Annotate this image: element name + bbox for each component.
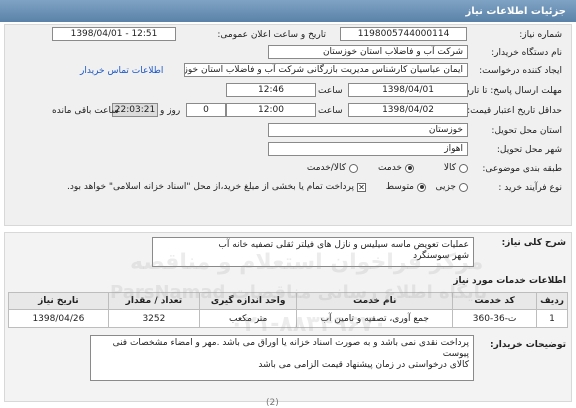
buyer-contact-link[interactable]: اطلاعات تماس خریدار: [80, 66, 163, 76]
province-label: استان محل تحویل:: [491, 126, 562, 136]
radio-icon[interactable]: [459, 163, 468, 173]
creator-field: ایمان عباسیان کارشناس مدیریت بازرگانی شر…: [184, 63, 468, 77]
remaining-label: ساعت باقی مانده: [52, 106, 119, 116]
summary-label: شرح کلی نیاز:: [501, 238, 566, 248]
days-unit-label: روز و: [160, 106, 181, 116]
cell-service-code: ت-36-360: [452, 309, 538, 328]
remaining-time-field: 22:03:21: [112, 103, 158, 117]
price-deadline-date: 1398/04/02: [348, 103, 468, 117]
col-service-code: کد خدمت: [452, 292, 538, 310]
radio-icon[interactable]: [349, 163, 358, 173]
category-option-service[interactable]: خدمت: [378, 163, 414, 173]
send-deadline-date: 1398/04/01: [348, 83, 468, 97]
creator-label: ایجاد کننده درخواست:: [479, 66, 562, 76]
summary-box: عملیات تعویض ماسه سیلیس و نازل های فیلتر…: [152, 237, 474, 267]
col-need-date: تاریخ نیاز: [8, 292, 109, 310]
table-row[interactable]: 1 ت-36-360 جمع آوری، تصفیه و تامین آب مت…: [8, 309, 568, 328]
radio-selected-icon[interactable]: [417, 182, 426, 192]
category-option-goods[interactable]: کالا: [444, 163, 468, 173]
province-field: خوزستان: [268, 123, 468, 137]
table-header-row: ردیف کد خدمت نام خدمت واحد اندازه گیری ت…: [8, 292, 568, 310]
treasury-note[interactable]: ✕ پرداخت تمام یا بخشی از مبلغ خرید،از مح…: [67, 182, 366, 192]
services-title: اطلاعات خدمات مورد نیاز: [453, 276, 566, 286]
radio-selected-icon[interactable]: [405, 163, 414, 173]
buyer-notes-line-2: کالای درخواستی در زمان پیشنهاد قیمت الزا…: [258, 360, 469, 370]
cell-need-date: 1398/04/26: [8, 309, 109, 328]
radio-icon[interactable]: [459, 182, 468, 192]
purchase-option-minor[interactable]: جزیی: [435, 182, 468, 192]
category-option-goods-service[interactable]: کالا/خدمت: [307, 163, 358, 173]
cell-row: 1: [536, 309, 568, 328]
buyer-notes-label: توضیحات خریدار:: [490, 340, 566, 350]
col-quantity: تعداد / مقدار: [107, 292, 200, 310]
cell-quantity: 3252: [107, 309, 200, 328]
summary-line-1: عملیات تعویض ماسه سیلیس و نازل های فیلتر…: [218, 240, 469, 250]
buyer-notes-box: پرداخت نقدی نمی باشد و به صورت اسناد خزا…: [90, 335, 474, 381]
services-table: ردیف کد خدمت نام خدمت واحد اندازه گیری ت…: [8, 292, 568, 328]
purchase-option-medium[interactable]: متوسط: [386, 182, 426, 192]
price-deadline-time-label: ساعت: [318, 106, 343, 116]
announce-label: تاریخ و ساعت اعلان عمومی:: [217, 30, 326, 40]
summary-line-2: شهر سوسنگرد: [413, 251, 469, 261]
buyer-org-field: شرکت آب و فاضلاب استان خوزستان: [268, 45, 468, 59]
send-deadline-time-label: ساعت: [318, 86, 343, 96]
col-unit: واحد اندازه گیری: [198, 292, 298, 310]
cell-service-name: جمع آوری، تصفیه و تامین آب: [296, 309, 454, 328]
days-field: 0: [186, 103, 226, 117]
send-deadline-time: 12:46: [226, 83, 316, 97]
city-label: شهر محل تحویل:: [496, 145, 562, 155]
col-service-name: نام خدمت: [296, 292, 454, 310]
buyer-notes-line-1: پرداخت نقدی نمی باشد و به صورت اسناد خزا…: [112, 338, 469, 359]
category-label: طبقه بندی موضوعی:: [482, 164, 562, 174]
city-field: اهواز: [268, 142, 468, 156]
page-title: جزئیات اطلاعات نیاز: [465, 5, 566, 17]
page-header: جزئیات اطلاعات نیاز: [0, 0, 576, 22]
need-number-label: شماره نیاز:: [519, 30, 562, 40]
cell-unit: متر مکعب: [198, 309, 298, 328]
checkbox-icon[interactable]: ✕: [357, 182, 366, 192]
send-deadline-label: مهلت ارسال پاسخ: تا تاریخ:: [458, 86, 562, 96]
announce-field: 1398/04/01 - 12:51: [52, 27, 176, 41]
need-number-field: 1198005744000114: [340, 27, 467, 41]
col-row: ردیف: [536, 292, 568, 310]
purchase-type-label: نوع فرآیند خرید :: [498, 183, 562, 193]
price-deadline-time: 12:00: [226, 103, 316, 117]
buyer-org-label: نام دستگاه خریدار:: [491, 48, 562, 58]
